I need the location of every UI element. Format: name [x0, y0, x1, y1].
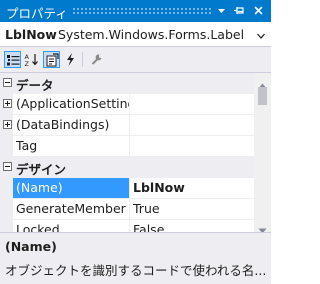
category-label: デザイン	[16, 162, 67, 177]
scroll-down-icon[interactable]	[258, 222, 267, 232]
object-selector[interactable]: LblNow System.Windows.Forms.Label	[0, 22, 271, 47]
property-row-name[interactable]: (Name) LblNow	[0, 178, 254, 199]
description-text: オブジェクトを識別するコードで使われる名...	[5, 263, 267, 278]
vertical-scrollbar[interactable]	[254, 73, 271, 232]
property-value[interactable]	[130, 136, 254, 157]
description-title: (Name)	[5, 239, 57, 254]
collapse-icon[interactable]	[3, 78, 12, 87]
property-value[interactable]	[130, 115, 254, 136]
property-value[interactable]: False	[130, 220, 254, 232]
property-value[interactable]	[130, 94, 254, 115]
toolbar: A Z	[0, 47, 271, 73]
scrollbar-thumb[interactable]	[258, 87, 267, 105]
property-name[interactable]: Locked	[13, 220, 130, 232]
categorized-icon[interactable]	[4, 51, 21, 68]
property-row-applicationsettings[interactable]: (ApplicationSettings)	[0, 94, 254, 115]
expand-icon[interactable]	[3, 120, 12, 129]
property-value[interactable]: LblNow	[130, 178, 254, 199]
scroll-up-icon[interactable]	[258, 77, 267, 89]
category-row-data[interactable]: データ	[0, 73, 254, 94]
object-type: System.Windows.Forms.Label	[58, 27, 245, 42]
property-value[interactable]: True	[130, 199, 254, 220]
property-row-generatemember[interactable]: GenerateMember True	[0, 199, 254, 220]
alphabetical-icon[interactable]: A Z	[23, 51, 40, 68]
property-grid: データ (ApplicationSettings) (DataBindings)…	[0, 73, 271, 232]
collapse-icon[interactable]	[3, 162, 12, 171]
events-icon[interactable]	[62, 51, 79, 68]
object-name: LblNow	[5, 27, 57, 42]
chevron-down-icon[interactable]	[256, 29, 266, 39]
row-margin	[0, 220, 13, 232]
row-margin	[0, 136, 13, 157]
property-row-tag[interactable]: Tag	[0, 136, 254, 157]
title-bar: プロパティ	[0, 0, 271, 22]
toolbar-separator	[82, 52, 83, 67]
property-name[interactable]: (Name)	[13, 178, 130, 199]
category-label: データ	[16, 78, 54, 93]
close-icon[interactable]	[250, 2, 267, 19]
property-pages-icon[interactable]	[88, 51, 105, 68]
expand-icon[interactable]	[3, 99, 12, 108]
dropdown-arrow-icon[interactable]	[213, 2, 230, 19]
row-margin	[0, 199, 13, 220]
properties-icon[interactable]	[43, 51, 60, 68]
property-name[interactable]: Tag	[13, 136, 130, 157]
property-name[interactable]: (DataBindings)	[13, 115, 130, 136]
pin-icon[interactable]	[231, 2, 248, 19]
title-bar-grip[interactable]	[72, 7, 213, 14]
window-title: プロパティ	[6, 6, 68, 21]
svg-text:Z: Z	[25, 60, 30, 67]
property-row-locked[interactable]: Locked False	[0, 220, 254, 232]
category-row-design[interactable]: デザイン	[0, 157, 254, 178]
description-panel: (Name) オブジェクトを識別するコードで使われる名...	[0, 236, 271, 284]
row-margin	[0, 178, 13, 199]
property-name[interactable]: (ApplicationSettings)	[13, 94, 130, 115]
property-row-databindings[interactable]: (DataBindings)	[0, 115, 254, 136]
property-name[interactable]: GenerateMember	[13, 199, 130, 220]
